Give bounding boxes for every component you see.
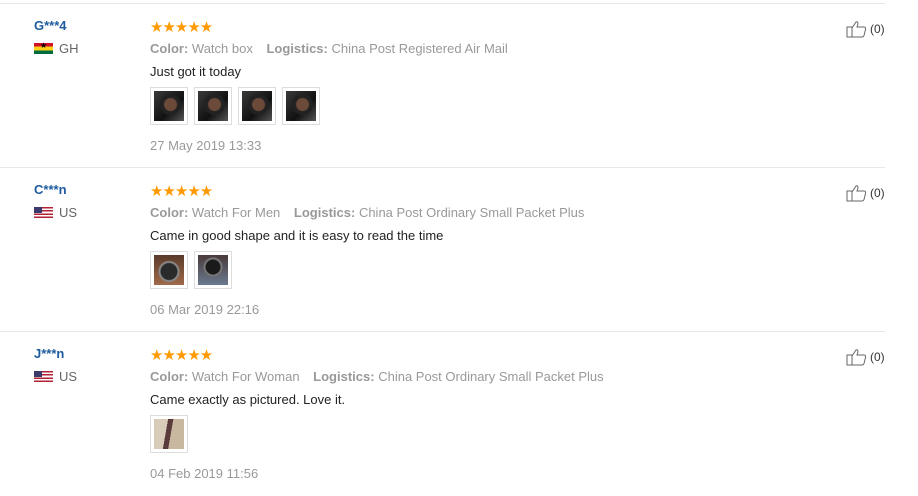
- review-photos: [150, 87, 320, 125]
- color-label: Color:: [150, 41, 189, 56]
- color-label: Color:: [150, 369, 189, 384]
- review-item: G***4 GH ★★★★★ Color: Watch box Logistic…: [0, 4, 885, 168]
- review-photo-thumbnail[interactable]: [194, 87, 232, 125]
- thumbs-up-icon: [846, 349, 867, 366]
- star-rating: ★★★★★: [150, 346, 213, 364]
- review-date: 27 May 2019 13:33: [150, 138, 262, 153]
- review-text: Came in good shape and it is easy to rea…: [150, 228, 444, 243]
- helpful-count: (0): [870, 22, 885, 36]
- country-code: US: [59, 205, 78, 220]
- ghana-flag-icon: [34, 41, 53, 54]
- review-item: J***n US ★★★★★ Color: Watch For Woman Lo…: [0, 332, 885, 496]
- logistics-value: China Post Registered Air Mail: [331, 41, 508, 56]
- us-flag-icon: [34, 371, 53, 382]
- review-date: 04 Feb 2019 11:56: [150, 466, 259, 481]
- reviewer-country: US: [34, 369, 77, 384]
- review-photo-thumbnail[interactable]: [150, 251, 188, 289]
- reviewer-name[interactable]: J***n: [34, 346, 64, 361]
- review-photo-thumbnail[interactable]: [150, 415, 188, 453]
- review-text: Came exactly as pictured. Love it.: [150, 392, 346, 407]
- helpful-count: (0): [870, 350, 885, 364]
- reviewer-name[interactable]: C***n: [34, 182, 67, 197]
- review-attributes: Color: Watch For Men Logistics: China Po…: [150, 205, 594, 220]
- review-text: Just got it today: [150, 64, 242, 79]
- thumbs-up-icon: [846, 21, 867, 38]
- logistics-label: Logistics:: [266, 41, 328, 56]
- review-photo-thumbnail[interactable]: [238, 87, 276, 125]
- review-date: 06 Mar 2019 22:16: [150, 302, 260, 317]
- reviewer-country: US: [34, 205, 77, 220]
- helpful-count: (0): [870, 186, 885, 200]
- review-photos: [150, 415, 188, 453]
- helpful-button[interactable]: (0): [846, 348, 885, 366]
- review-photo-thumbnail[interactable]: [282, 87, 320, 125]
- review-photo-thumbnail[interactable]: [150, 87, 188, 125]
- country-code: GH: [59, 41, 79, 56]
- color-value: Watch For Men: [191, 205, 281, 220]
- logistics-label: Logistics:: [293, 205, 356, 220]
- logistics-value: China Post Ordinary Small Packet Plus: [378, 369, 604, 384]
- logistics-label: Logistics:: [313, 369, 375, 384]
- review-attributes: Color: Watch box Logistics: China Post R…: [150, 41, 518, 56]
- review-photo-thumbnail[interactable]: [194, 251, 232, 289]
- star-rating: ★★★★★: [150, 182, 213, 200]
- reviewer-country: GH: [34, 41, 79, 56]
- thumbs-up-icon: [846, 185, 867, 202]
- star-rating: ★★★★★: [150, 18, 213, 36]
- helpful-button[interactable]: (0): [846, 184, 885, 202]
- color-label: Color:: [150, 205, 189, 220]
- helpful-button[interactable]: (0): [846, 20, 885, 38]
- reviewer-name[interactable]: G***4: [34, 18, 67, 33]
- logistics-value: China Post Ordinary Small Packet Plus: [358, 205, 585, 220]
- color-value: Watch box: [191, 41, 253, 56]
- review-item: C***n US ★★★★★ Color: Watch For Men Logi…: [0, 168, 885, 332]
- review-attributes: Color: Watch For Woman Logistics: China …: [150, 369, 614, 384]
- us-flag-icon: [34, 207, 53, 218]
- country-code: US: [59, 369, 78, 384]
- review-photos: [150, 251, 232, 289]
- color-value: Watch For Woman: [191, 369, 300, 384]
